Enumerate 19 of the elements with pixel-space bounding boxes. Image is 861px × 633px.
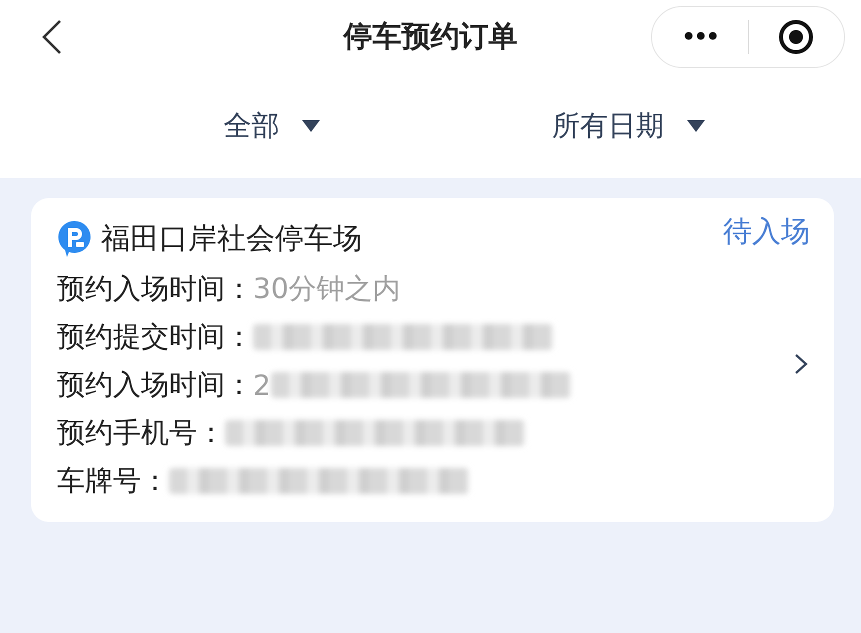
parking-icon (57, 220, 91, 258)
field-value: 2 (253, 368, 271, 402)
order-card[interactable]: 福田口岸社会停车场 待入场 预约入场时间：30分钟之内 预约提交时间： 预约入场时间：2 预约手机号： 车牌号： (31, 198, 834, 522)
filter-dropdown[interactable]: 所有日期 (450, 106, 861, 146)
caret-icon (686, 119, 706, 133)
field-label: 预约入场时间： (57, 367, 253, 403)
caret-icon (301, 119, 322, 133)
status-label: 待入场 (723, 213, 810, 250)
filter-dropdown[interactable]: 全部 (0, 106, 450, 146)
more-button[interactable]: ••• (652, 24, 748, 50)
field-label: 车牌号： (57, 463, 169, 499)
back-icon[interactable] (40, 19, 64, 55)
field-value: 30分钟之内 (253, 271, 401, 307)
field-label: 预约提交时间： (57, 319, 253, 355)
field-label: 预约入场时间： (57, 271, 253, 307)
field-label: 预约手机号： (57, 415, 225, 451)
chevron-right-icon (794, 353, 808, 375)
page-title: 停车预约订单 (344, 18, 518, 55)
parking-lot-name: 福田口岸社会停车场 (101, 220, 362, 257)
